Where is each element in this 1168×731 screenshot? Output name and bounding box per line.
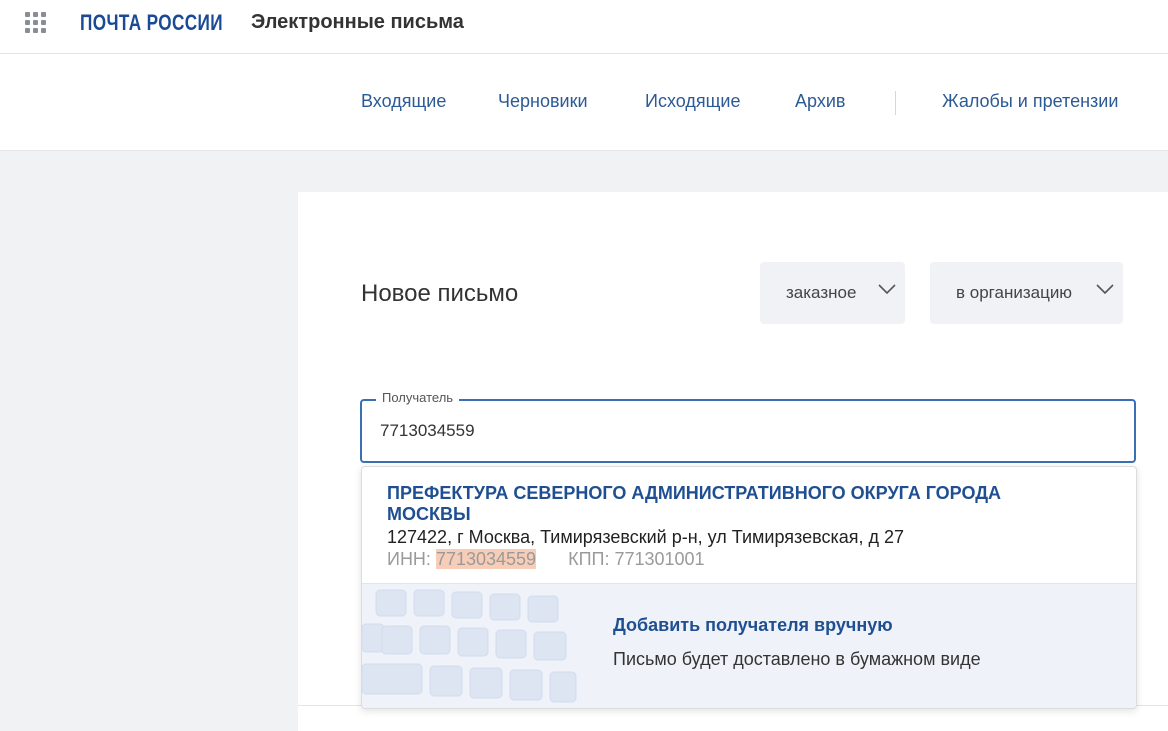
nav-drafts[interactable]: Черновики: [498, 91, 588, 112]
top-bar: ПОЧТА РОССИИ Электронные письма: [0, 0, 1168, 54]
manual-add-description: Письмо будет доставлено в бумажном виде: [613, 649, 981, 669]
nav-inbox[interactable]: Входящие: [361, 91, 446, 112]
manual-add-title: Добавить получателя вручную: [613, 615, 893, 635]
suggestion-org-name: ПРЕФЕКТУРА СЕВЕРНОГО АДМИНИСТРАТИВНОГО О…: [387, 483, 1002, 524]
inn-label: ИНН:: [387, 549, 431, 569]
pochta-logo[interactable]: ПОЧТА РОССИИ: [80, 10, 223, 36]
suggestion-ids: ИНН: 7713034559 КПП: 771301001: [387, 549, 705, 570]
letter-type-value: заказное: [786, 283, 857, 302]
recipient-input[interactable]: [380, 421, 980, 441]
recipient-type-value: в организацию: [956, 283, 1073, 302]
chevron-down-icon: [878, 284, 896, 295]
suggestion-item[interactable]: ПРЕФЕКТУРА СЕВЕРНОГО АДМИНИСТРАТИВНОГО О…: [362, 467, 1136, 583]
main-nav: Входящие Черновики Исходящие Архив Жалоб…: [0, 54, 1168, 151]
app-title: Электронные письма: [251, 11, 464, 33]
recipient-suggestions: ПРЕФЕКТУРА СЕВЕРНОГО АДМИНИСТРАТИВНОГО О…: [361, 466, 1137, 709]
kpp-value: КПП: 771301001: [568, 549, 705, 569]
keyboard-illustration: [362, 589, 577, 703]
chevron-down-icon: [1096, 284, 1114, 295]
inn-value: 7713034559: [435, 549, 537, 569]
apps-grid-icon[interactable]: [25, 12, 47, 34]
nav-archive[interactable]: Архив: [795, 91, 845, 112]
nav-complaints[interactable]: Жалобы и претензии: [942, 91, 1118, 112]
page-title: Новое письмо: [361, 280, 519, 307]
suggestion-address: 127422, г Москва, Тимирязевский р-н, ул …: [387, 527, 905, 547]
add-recipient-manually[interactable]: Добавить получателя вручную Письмо будет…: [362, 583, 1136, 708]
recipient-type-select[interactable]: в организацию: [930, 262, 1123, 324]
nav-divider: [895, 91, 896, 115]
nav-sent[interactable]: Исходящие: [645, 91, 740, 112]
letter-type-select[interactable]: заказное: [760, 262, 905, 324]
recipient-field[interactable]: Получатель: [360, 390, 1136, 463]
recipient-label: Получатель: [376, 390, 460, 405]
